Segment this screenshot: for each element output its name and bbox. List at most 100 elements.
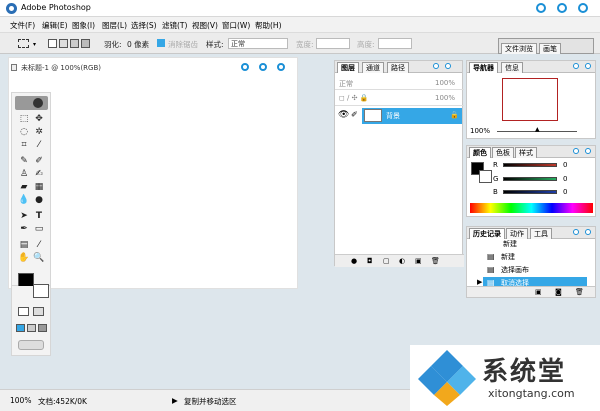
close-button[interactable] — [578, 3, 588, 13]
new-document-icon[interactable]: ▣ — [535, 288, 542, 296]
chevron-down-icon[interactable]: ▾ — [33, 41, 36, 48]
history-item[interactable]: ▤ 新建 — [467, 251, 587, 263]
history-brush-icon[interactable]: ✍ — [33, 168, 45, 180]
clone-stamp-icon[interactable]: ♙ — [18, 168, 30, 180]
panel-close-button[interactable] — [585, 148, 591, 154]
history-state-pointer-icon[interactable]: ▶ — [477, 278, 482, 286]
menu-help[interactable]: 帮助(H) — [255, 20, 282, 31]
lasso-icon[interactable]: ◌ — [18, 126, 30, 138]
feather-input[interactable]: 0 像素 — [127, 39, 149, 50]
channel-r-slider[interactable] — [503, 163, 557, 167]
intersect-selection-icon[interactable] — [81, 39, 90, 48]
layer-style-icon[interactable]: ● — [351, 257, 357, 265]
zoom-icon[interactable]: 🔍 — [33, 252, 45, 264]
snapshot-icon[interactable]: ◙ — [555, 288, 562, 296]
panel-minimize-button[interactable] — [433, 63, 439, 69]
maximize-button[interactable] — [557, 3, 567, 13]
subtract-selection-icon[interactable] — [70, 39, 79, 48]
channel-g-slider[interactable] — [503, 177, 557, 181]
channel-b-value[interactable]: 0 — [563, 188, 567, 196]
history-item[interactable]: ▤ 选择画布 — [467, 264, 587, 276]
blend-mode-select[interactable]: 正常 — [339, 79, 353, 89]
menu-select[interactable]: 选择(S) — [131, 20, 157, 31]
gradient-icon[interactable]: ▦ — [33, 181, 45, 193]
panel-close-button[interactable] — [445, 63, 451, 69]
menu-layer[interactable]: 图层(L) — [102, 20, 127, 31]
tab-channels[interactable]: 通道 — [362, 62, 384, 73]
tab-styles[interactable]: 样式 — [515, 147, 537, 158]
magic-wand-icon[interactable]: ✲ — [33, 126, 45, 138]
doc-minimize-button[interactable] — [241, 63, 249, 71]
navigator-preview-frame[interactable] — [502, 78, 558, 121]
status-zoom[interactable]: 100% — [10, 396, 31, 405]
healing-brush-icon[interactable]: ✎ — [18, 155, 30, 167]
color-bg-swatch[interactable] — [479, 170, 492, 183]
layer-row-background[interactable]: 👁 ✐ 背景 🔒 — [335, 107, 464, 125]
notes-icon[interactable]: ▤ — [18, 239, 30, 251]
menu-file[interactable]: 文件(F) — [10, 20, 35, 31]
new-set-icon[interactable]: ▢ — [383, 257, 390, 265]
layer-mask-icon[interactable]: ◘ — [367, 257, 373, 265]
trash-icon[interactable]: 🗑 — [575, 288, 584, 296]
document-window[interactable]: 未标题-1 @ 100%(RGB) — [8, 57, 298, 289]
tab-file-browser[interactable]: 文件浏览 — [501, 43, 537, 54]
move-tool-icon[interactable]: ✥ — [33, 113, 45, 125]
antialias-checkbox[interactable] — [157, 39, 165, 47]
adjustment-layer-icon[interactable]: ◐ — [399, 257, 405, 265]
width-input[interactable] — [316, 38, 350, 49]
navigator-zoom[interactable]: 100% — [470, 127, 490, 135]
lock-icons[interactable]: ◻ ∕ ✣ 🔒 — [339, 94, 368, 102]
standard-mode-icon[interactable] — [18, 307, 29, 316]
panel-close-button[interactable] — [585, 63, 591, 69]
trash-icon[interactable]: 🗑 — [431, 257, 440, 265]
type-tool-icon[interactable]: T — [33, 210, 45, 222]
tab-navigator[interactable]: 导航器 — [469, 62, 498, 73]
doc-maximize-button[interactable] — [259, 63, 267, 71]
opacity-input[interactable]: 100% — [435, 79, 455, 87]
jump-to-imageready-icon[interactable] — [18, 340, 44, 350]
fill-input[interactable]: 100% — [435, 94, 455, 102]
hand-icon[interactable]: ✋ — [18, 252, 30, 264]
menu-window[interactable]: 窗口(W) — [222, 20, 250, 31]
screen-mode-full-icon[interactable] — [38, 324, 47, 332]
menu-image[interactable]: 图象(I) — [72, 20, 95, 31]
eye-icon[interactable]: 👁 — [338, 110, 349, 120]
menu-filter[interactable]: 滤镜(T) — [162, 20, 187, 31]
add-selection-icon[interactable] — [59, 39, 68, 48]
doc-close-button[interactable] — [277, 63, 285, 71]
rect-marquee-icon[interactable]: ⬚ — [18, 113, 30, 125]
panel-minimize-button[interactable] — [573, 148, 579, 154]
style-select[interactable]: 正常 — [228, 38, 288, 49]
pen-icon[interactable]: ✒ — [18, 223, 30, 235]
channel-g-value[interactable]: 0 — [563, 175, 567, 183]
blur-icon[interactable]: 💧 — [18, 194, 30, 206]
screen-mode-full-menu-icon[interactable] — [27, 324, 36, 332]
status-arrow-icon[interactable]: ▶ — [172, 396, 178, 405]
zoom-slider-thumb[interactable]: ▲ — [535, 126, 540, 133]
background-color-swatch[interactable] — [33, 284, 49, 298]
tab-history[interactable]: 历史记录 — [469, 228, 505, 239]
tab-paths[interactable]: 路径 — [387, 62, 409, 73]
quickmask-mode-icon[interactable] — [33, 307, 44, 316]
channel-r-value[interactable]: 0 — [563, 161, 567, 169]
panel-close-button[interactable] — [585, 229, 591, 235]
height-input[interactable] — [378, 38, 412, 49]
tab-actions[interactable]: 动作 — [506, 228, 528, 239]
shape-icon[interactable]: ▭ — [33, 223, 45, 235]
menu-view[interactable]: 视图(V) — [192, 20, 218, 31]
brush-icon[interactable]: ✐ — [33, 155, 45, 167]
new-selection-icon[interactable] — [48, 39, 57, 48]
slice-icon[interactable]: ⁄ — [33, 139, 45, 151]
path-selection-icon[interactable]: ➤ — [18, 210, 30, 222]
history-snapshot-row[interactable]: 新建 — [467, 240, 597, 248]
tab-layers[interactable]: 图层 — [337, 62, 359, 73]
tab-swatches[interactable]: 色板 — [492, 147, 514, 158]
screen-mode-standard-icon[interactable] — [16, 324, 25, 332]
crop-icon[interactable]: ⌗ — [18, 139, 30, 151]
minimize-button[interactable] — [536, 3, 546, 13]
dodge-icon[interactable]: ● — [33, 194, 45, 206]
tab-tools[interactable]: 工具 — [530, 228, 552, 239]
color-ramp[interactable] — [470, 203, 593, 213]
tab-brushes[interactable]: 画笔 — [539, 43, 561, 54]
menu-edit[interactable]: 编辑(E) — [42, 20, 68, 31]
